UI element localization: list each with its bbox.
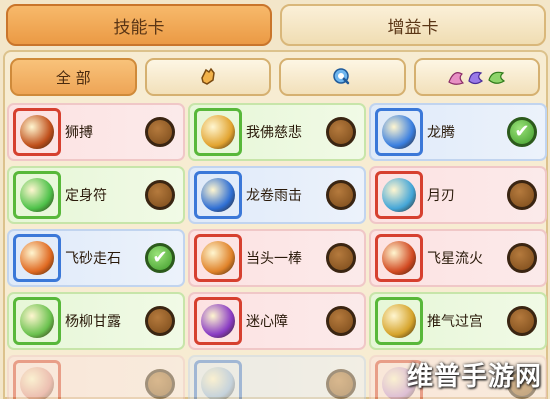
skill-icon <box>375 171 423 219</box>
skill-card[interactable]: 定身符 <box>7 166 185 224</box>
skill-card[interactable]: 推气过宫 <box>369 292 547 350</box>
skill-icon <box>375 108 423 156</box>
skill-icon <box>194 171 242 219</box>
select-toggle[interactable] <box>507 306 537 336</box>
skill-card[interactable]: 飞星流火 <box>369 229 547 287</box>
skill-name: 飞砂走石 <box>65 251 121 267</box>
skill-icon <box>13 360 61 399</box>
skill-card[interactable]: 我佛慈悲 <box>188 103 366 161</box>
skill-grid: 狮搏 我佛慈悲 龙腾 ✔ 定身符 龙卷雨击 月刃飞砂走石 ✔ 当头一棒 飞星流火杨柳甘露 迷心障 推气… <box>7 103 547 399</box>
skill-name: 月刃 <box>427 188 455 204</box>
skill-name: 龙腾 <box>427 125 455 141</box>
skill-card[interactable] <box>188 355 366 399</box>
select-toggle[interactable] <box>145 306 175 336</box>
skill-card[interactable]: 迷心障 <box>188 292 366 350</box>
select-toggle[interactable]: ✔ <box>507 117 537 147</box>
skill-icon <box>194 360 242 399</box>
skill-card[interactable]: 龙卷雨击 <box>188 166 366 224</box>
skill-card[interactable]: 龙腾 ✔ <box>369 103 547 161</box>
skill-card[interactable]: 月刃 <box>369 166 547 224</box>
skill-orb <box>201 115 235 149</box>
select-toggle[interactable] <box>326 306 356 336</box>
skill-icon <box>194 297 242 345</box>
filter-hand[interactable] <box>144 58 271 96</box>
skill-card[interactable] <box>7 355 185 399</box>
skill-orb <box>382 115 416 149</box>
hand-icon <box>200 67 215 85</box>
select-toggle[interactable]: ✔ <box>145 243 175 273</box>
skill-orb <box>201 241 235 275</box>
skill-orb <box>382 178 416 212</box>
select-toggle[interactable] <box>326 243 356 273</box>
swirl-icon <box>333 68 350 85</box>
tab-buff-cards[interactable]: 增益卡 <box>280 4 546 46</box>
skill-name: 推气过宫 <box>427 314 483 330</box>
skill-icon <box>375 234 423 282</box>
skill-name: 龙卷雨击 <box>246 188 302 204</box>
checkmark-icon: ✔ <box>152 247 168 268</box>
skill-name: 迷心障 <box>246 314 288 330</box>
select-toggle[interactable] <box>507 243 537 273</box>
skill-orb <box>382 304 416 338</box>
skill-icon <box>13 108 61 156</box>
skill-icon <box>194 108 242 156</box>
select-toggle[interactable] <box>326 369 356 399</box>
select-toggle[interactable] <box>145 369 175 399</box>
skill-icon <box>13 171 61 219</box>
skill-orb <box>201 178 235 212</box>
skill-name: 杨柳甘露 <box>65 314 121 330</box>
tab-skill-cards[interactable]: 技能卡 <box>6 4 272 46</box>
skill-orb <box>20 241 54 275</box>
select-toggle[interactable] <box>145 180 175 210</box>
element-icons <box>448 71 505 85</box>
skill-icon <box>375 297 423 345</box>
skill-icon <box>13 297 61 345</box>
filter-all[interactable]: 全 部 <box>10 58 137 96</box>
filter-swirl[interactable] <box>279 58 406 96</box>
skill-icon <box>194 234 242 282</box>
skill-orb <box>382 241 416 275</box>
skill-name: 我佛慈悲 <box>246 125 302 141</box>
skill-card[interactable]: 飞砂走石 ✔ <box>7 229 185 287</box>
filter-bar: 全 部 <box>10 58 540 96</box>
select-toggle[interactable] <box>326 117 356 147</box>
skill-orb <box>20 367 54 399</box>
skill-orb <box>201 304 235 338</box>
skill-card[interactable]: 杨柳甘露 <box>7 292 185 350</box>
skill-name: 定身符 <box>65 188 107 204</box>
checkmark-icon: ✔ <box>514 121 530 142</box>
skill-orb <box>201 367 235 399</box>
skill-card[interactable]: 狮搏 <box>7 103 185 161</box>
skill-name: 飞星流火 <box>427 251 483 267</box>
select-toggle[interactable] <box>507 180 537 210</box>
skill-name: 当头一棒 <box>246 251 302 267</box>
card-type-tabs: 技能卡 增益卡 <box>6 4 546 46</box>
skill-icon <box>13 234 61 282</box>
skill-orb <box>20 115 54 149</box>
skill-orb <box>20 304 54 338</box>
skill-name: 狮搏 <box>65 125 93 141</box>
watermark: 维普手游网 <box>406 362 542 392</box>
skill-card[interactable]: 当头一棒 <box>188 229 366 287</box>
select-toggle[interactable] <box>145 117 175 147</box>
filter-elements[interactable] <box>413 58 540 96</box>
skill-orb <box>20 178 54 212</box>
select-toggle[interactable] <box>326 180 356 210</box>
